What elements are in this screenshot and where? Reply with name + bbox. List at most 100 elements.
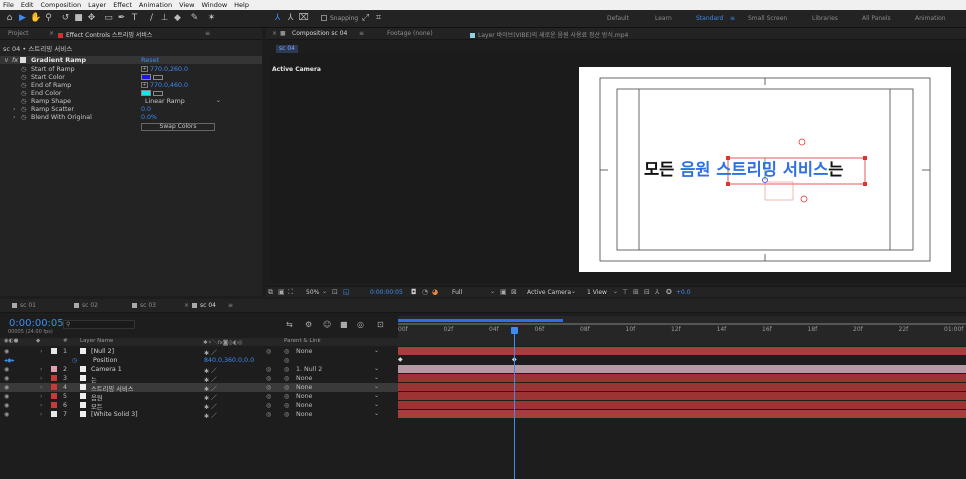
eyedropper-icon[interactable] (153, 74, 163, 80)
pickwhip-icon[interactable]: ◎ (284, 384, 289, 391)
crosshair-icon[interactable]: + (141, 82, 148, 88)
text-layer-music[interactable]: 음원 (680, 160, 710, 179)
parent-dropdown[interactable]: None (296, 348, 312, 355)
tab-sc03[interactable]: sc 03 (132, 302, 156, 309)
panel-menu-icon[interactable]: ≡ (228, 302, 233, 309)
tab-close-icon[interactable]: × (184, 302, 189, 309)
time-ruler[interactable] (398, 316, 966, 346)
flowchart-icon[interactable]: ⊟ (644, 288, 650, 296)
type-tool-icon[interactable]: T (129, 13, 140, 24)
frame-blend-icon[interactable]: ■ (340, 320, 348, 329)
blend-value[interactable]: 0.0% (141, 114, 157, 121)
comp-subtab[interactable]: sc 04 (276, 45, 298, 53)
tab-close-icon[interactable]: × (49, 30, 54, 37)
layer-duration-bar[interactable] (398, 401, 966, 409)
parent-pickwhip-icon[interactable]: ◎ (266, 393, 271, 400)
clone-stamp-icon[interactable]: ⊥ (159, 13, 170, 24)
eraser-tool-icon[interactable]: ◆ (172, 13, 183, 24)
expand-icon[interactable]: › (13, 106, 16, 113)
label-color-swatch[interactable] (51, 402, 57, 408)
parent-dropdown[interactable]: None (296, 384, 312, 391)
motion-blur-icon[interactable]: ◎ (357, 320, 364, 329)
parent-dropdown[interactable]: 1. Null 2 (296, 366, 322, 373)
stopwatch-icon[interactable]: ◷ (72, 357, 77, 364)
comp-canvas[interactable]: 모든 음원 스트리밍 서비스는 (579, 67, 951, 272)
snap-options-icon[interactable]: ⌗ (373, 13, 384, 24)
expand-icon[interactable]: › (40, 375, 42, 382)
camera-tool-icon[interactable]: ■ (73, 13, 84, 24)
time-navigator[interactable] (398, 323, 966, 325)
view-axis-icon[interactable]: ⌧ (298, 13, 309, 24)
ramp-scatter-value[interactable]: 0.0 (141, 106, 151, 113)
roi-icon[interactable]: ▣ (500, 288, 507, 296)
mask-icon[interactable]: ⛶ (288, 288, 293, 297)
end-color-swatch[interactable] (141, 90, 151, 96)
workspace-small-screen[interactable]: Small Screen (748, 15, 787, 22)
reset-exposure-icon[interactable]: ⊞ (633, 288, 639, 296)
brush-tool-icon[interactable]: ∕ (146, 13, 157, 24)
menu-animation[interactable]: Animation (139, 1, 172, 9)
workspace-all-panels[interactable]: All Panels (862, 15, 891, 22)
always-preview-icon[interactable]: ⧉ (268, 288, 273, 297)
rectangle-tool-icon[interactable]: ▭ (103, 13, 114, 24)
text-layer-eun[interactable]: 는 (828, 160, 843, 179)
graph-editor-icon[interactable]: ⊡ (377, 320, 384, 329)
camera-dropdown[interactable]: Active Camera (527, 289, 571, 296)
tab-composition[interactable]: Composition sc 04 (292, 30, 347, 37)
stopwatch-icon[interactable]: ◷ (21, 74, 27, 81)
crosshair-icon[interactable]: + (141, 66, 148, 72)
tab-sc01[interactable]: sc 01 (12, 302, 36, 309)
parent-pickwhip-icon[interactable]: ◎ (266, 402, 271, 409)
keyframe-nav-icon[interactable]: ◂◆▸ (4, 357, 15, 364)
home-icon[interactable]: ⌂ (4, 13, 15, 24)
keyframe-icon[interactable]: ◆ (398, 356, 403, 363)
menu-effect[interactable]: Effect (113, 1, 132, 9)
menu-layer[interactable]: Layer (88, 1, 106, 9)
position-value[interactable]: 840.0,360.0,0.0 (204, 357, 254, 364)
parent-dropdown[interactable]: None (296, 375, 312, 382)
zoom-dropdown[interactable]: 50% (306, 289, 319, 296)
selection-tool-icon[interactable]: ▶ (17, 13, 28, 24)
layer-row[interactable]: ◉ › 2 Camera 1 ✱ ／ ◎ ◎ 1. Null 2 ⌄ (0, 365, 398, 375)
pickwhip-icon[interactable]: ◎ (284, 402, 289, 409)
parent-dropdown[interactable]: None (296, 393, 312, 400)
visibility-icon[interactable]: ◉ (4, 375, 9, 382)
visibility-icon[interactable]: ◉ (4, 366, 9, 373)
label-color-swatch[interactable] (51, 411, 57, 417)
layer-name[interactable]: [Null 2] (91, 348, 114, 355)
tab-effect-controls[interactable]: Effect Controls 스트리밍 서비스 (58, 30, 152, 39)
puppet-tool-icon[interactable]: ✶ (206, 13, 217, 24)
menu-view[interactable]: View (179, 1, 194, 9)
workspace-libraries[interactable]: Libraries (812, 15, 838, 22)
end-of-ramp-value[interactable]: 770.0,460.0 (150, 82, 188, 89)
expand-icon[interactable]: › (40, 366, 42, 373)
tab-footage[interactable]: Footage (none) (387, 30, 433, 37)
region-icon[interactable]: ◱ (343, 288, 350, 296)
expand-icon[interactable]: › (40, 393, 42, 400)
parent-pickwhip-icon[interactable]: ◎ (266, 375, 271, 382)
layer-row[interactable]: ◉ › 1 [Null 2] ✱ ／ ◎ ◎ None ⌄ (0, 347, 398, 357)
panel-menu-icon[interactable]: ≡ (359, 30, 364, 37)
workspace-default[interactable]: Default (607, 15, 629, 22)
current-time[interactable]: 0:00:00:05 (370, 289, 403, 296)
start-of-ramp-value[interactable]: 770.0,260.0 (150, 66, 188, 73)
expand-icon[interactable]: › (40, 411, 42, 418)
tab-close-icon[interactable]: × (272, 30, 277, 37)
timeline-icon[interactable]: ⅄ (655, 288, 659, 296)
ramp-shape-dropdown[interactable]: Linear Ramp ⌄ (141, 97, 223, 105)
toggle-pixel-icon[interactable]: ⊤ (622, 288, 628, 296)
visibility-icon[interactable]: ◉ (4, 384, 9, 391)
lock-icon[interactable]: ■ (280, 30, 286, 37)
layer-row[interactable]: ◉ › 5 음원 ✱ ／ ◎ ◎ None ⌄ (0, 392, 398, 402)
panel-menu-icon[interactable]: ≡ (205, 30, 210, 37)
effect-reset-link[interactable]: Reset (141, 56, 159, 64)
menu-help[interactable]: Help (234, 1, 249, 9)
parent-dropdown[interactable]: None (296, 402, 312, 409)
text-layer-all[interactable]: 모든 (644, 160, 674, 179)
pickwhip-icon[interactable]: ◎ (284, 393, 289, 400)
pickwhip-icon[interactable]: ◎ (284, 375, 289, 382)
layer-row[interactable]: ◉ › 3 는 ✱ ／ ◎ ◎ None ⌄ (0, 374, 398, 384)
text-layer-streaming[interactable]: 스트리밍 서비스 (716, 160, 828, 179)
color-channel-icon[interactable]: ◕ (432, 288, 438, 296)
stopwatch-icon[interactable]: ◷ (21, 66, 27, 73)
